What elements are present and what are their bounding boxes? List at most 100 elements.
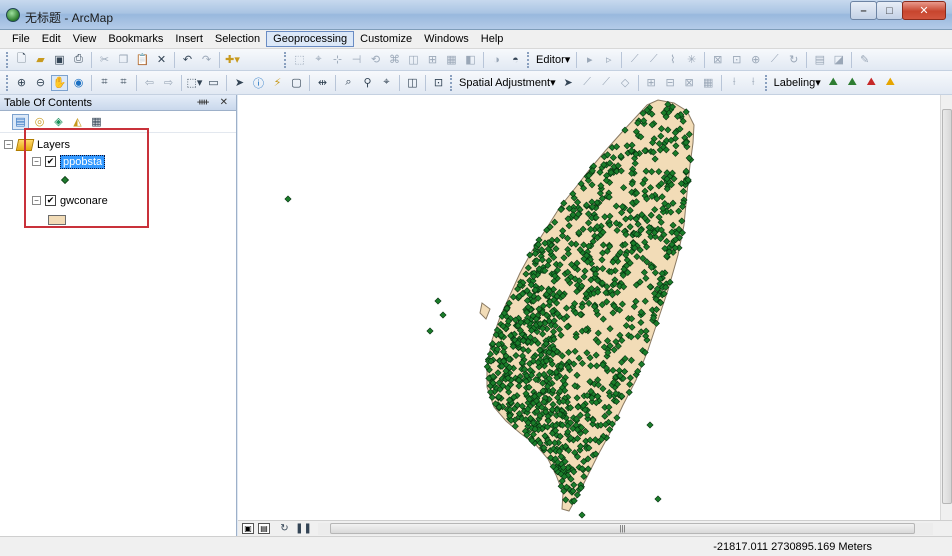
- select-elements-tool-icon[interactable]: ➤: [560, 75, 577, 91]
- print-icon[interactable]: ⎙: [70, 52, 87, 68]
- find-route-icon[interactable]: ⚲: [359, 75, 376, 91]
- edge-match-icon[interactable]: ⟊: [726, 75, 743, 91]
- menu-customize[interactable]: Customize: [354, 32, 418, 46]
- menu-insert[interactable]: Insert: [169, 32, 209, 46]
- edit-annotation-icon[interactable]: ▹: [600, 52, 617, 68]
- horizontal-scrollbar[interactable]: |||: [318, 523, 933, 535]
- sketch-props-icon[interactable]: ◫: [405, 52, 422, 68]
- time-slider-icon[interactable]: ◫: [404, 75, 421, 91]
- search-window-icon[interactable]: ◓: [507, 52, 524, 68]
- list-by-source-icon[interactable]: ◎: [31, 114, 48, 130]
- layout-view-icon[interactable]: ▤: [258, 523, 270, 534]
- menu-edit[interactable]: Edit: [36, 32, 67, 46]
- straight-segment-icon[interactable]: ⟋: [626, 52, 643, 68]
- full-extent-icon[interactable]: ◉: [70, 75, 87, 91]
- maximize-button[interactable]: □: [876, 1, 903, 20]
- point-icon[interactable]: ✳: [683, 52, 700, 68]
- attributes-window-icon[interactable]: ▤: [811, 52, 828, 68]
- list-by-selection-icon[interactable]: ◭: [69, 114, 86, 130]
- topology-icon[interactable]: ⊞: [424, 52, 441, 68]
- zoom-out-icon[interactable]: ⊖: [32, 75, 49, 91]
- toolbar-grip[interactable]: [764, 74, 768, 91]
- html-popup-icon[interactable]: ▢: [288, 75, 305, 91]
- menu-file[interactable]: File: [6, 32, 36, 46]
- pause-drawing-icon[interactable]: ❚❚: [295, 521, 312, 537]
- reshape-feature-icon[interactable]: ⊡: [728, 52, 745, 68]
- map-display[interactable]: [238, 95, 940, 520]
- layer-name-gwconare[interactable]: gwconare: [60, 195, 108, 207]
- undo-icon[interactable]: ↶: [179, 52, 196, 68]
- list-by-drawing-order-icon[interactable]: ▤: [12, 113, 29, 130]
- horizontal-scroll-thumb[interactable]: |||: [330, 523, 915, 534]
- split-icon[interactable]: ⊣: [348, 52, 365, 68]
- label-manager-icon[interactable]: ⛰: [825, 75, 842, 91]
- collapse-layer-icon[interactable]: −: [32, 196, 41, 205]
- table-icon[interactable]: ▦: [443, 52, 460, 68]
- new-document-icon[interactable]: 🗋: [13, 52, 30, 68]
- minimize-button[interactable]: –: [850, 1, 877, 20]
- sketch-properties-icon[interactable]: ◪: [830, 52, 847, 68]
- edit-vertices2-icon[interactable]: ⊠: [709, 52, 726, 68]
- view-link-table-icon[interactable]: ▦: [700, 75, 717, 91]
- fixed-zoom-in-icon[interactable]: ⌗: [96, 75, 113, 91]
- data-frame-row[interactable]: − Layers: [4, 136, 236, 153]
- modify-link-icon[interactable]: ⟋: [598, 75, 615, 91]
- data-view-icon[interactable]: ▣: [242, 523, 254, 534]
- collapse-layers-icon[interactable]: −: [4, 140, 13, 149]
- layer-visibility-checkbox[interactable]: ✔: [45, 156, 56, 167]
- menu-selection[interactable]: Selection: [209, 32, 266, 46]
- select-elements-icon[interactable]: ➤: [231, 75, 248, 91]
- menu-geoprocessing[interactable]: Geoprocessing: [266, 31, 355, 47]
- new-displacement-link-icon[interactable]: ⟋: [579, 75, 596, 91]
- new-limited-adjustment-icon[interactable]: ⊟: [662, 75, 679, 91]
- save-icon[interactable]: ▣: [51, 52, 68, 68]
- spatial-adjustment-menu[interactable]: Spatial Adjustment▾: [459, 76, 556, 89]
- back-extent-icon[interactable]: ⇦: [141, 75, 158, 91]
- redo-icon[interactable]: ↷: [198, 52, 215, 68]
- layer-row-gwconare[interactable]: − ✔ gwconare: [4, 192, 236, 209]
- forward-extent-icon[interactable]: ⇨: [160, 75, 177, 91]
- endpoint-arc-icon[interactable]: ⟋: [645, 52, 662, 68]
- catalog-icon[interactable]: ◧: [462, 52, 479, 68]
- copy-icon[interactable]: ❐: [115, 52, 132, 68]
- rotate-icon[interactable]: ⟲: [367, 52, 384, 68]
- toolbar-grip[interactable]: [284, 51, 287, 68]
- multi-displacement-icon[interactable]: ◇: [617, 75, 634, 91]
- attribute-transfer-icon[interactable]: ⟊: [745, 75, 762, 91]
- identify-icon[interactable]: ⓘ: [250, 75, 267, 91]
- list-by-visibility-icon[interactable]: ◈: [50, 114, 67, 130]
- refresh-icon[interactable]: ↻: [276, 521, 293, 537]
- vertical-scrollbar[interactable]: [940, 95, 952, 520]
- pause-labeling-icon[interactable]: ⛰: [863, 75, 880, 91]
- vertical-scroll-thumb[interactable]: [942, 109, 952, 504]
- new-identity-link-icon[interactable]: ⊞: [643, 75, 660, 91]
- select-features-icon[interactable]: ⬚▾: [186, 75, 203, 91]
- toolbar-grip[interactable]: [450, 74, 453, 91]
- pan-icon[interactable]: ✋: [51, 74, 68, 91]
- layer-row-ppobsta[interactable]: − ✔ ppobsta: [4, 153, 236, 170]
- layer-visibility-checkbox[interactable]: ✔: [45, 195, 56, 206]
- hyperlink-icon[interactable]: ⚡: [269, 75, 286, 91]
- viewer-window-icon[interactable]: ⊡: [430, 75, 447, 91]
- toolbar-grip[interactable]: [6, 74, 9, 91]
- fixed-zoom-out-icon[interactable]: ⌗: [115, 75, 132, 91]
- layer-name-ppobsta[interactable]: ppobsta: [60, 154, 106, 169]
- attributes-icon[interactable]: ⌘: [386, 52, 403, 68]
- toolbar-grip[interactable]: [527, 51, 530, 68]
- toc-options-icon[interactable]: ▦: [88, 114, 105, 130]
- close-button[interactable]: ✕: [902, 1, 946, 20]
- find-icon[interactable]: ⌕: [340, 75, 357, 91]
- clear-limited-icon[interactable]: ⊠: [681, 75, 698, 91]
- zoom-in-icon[interactable]: ⊕: [13, 75, 30, 91]
- clear-selection-icon[interactable]: ▭: [205, 75, 222, 91]
- cut-icon[interactable]: ✂: [96, 52, 113, 68]
- trace-icon[interactable]: ⌇: [664, 52, 681, 68]
- measure-icon[interactable]: ⇹: [314, 75, 331, 91]
- menu-windows[interactable]: Windows: [418, 32, 475, 46]
- collapse-layer-icon[interactable]: −: [32, 157, 41, 166]
- lock-labels-icon[interactable]: ⛰: [844, 75, 861, 91]
- reshape-icon[interactable]: ⌖: [310, 52, 327, 68]
- rotate-tool-icon[interactable]: ↻: [785, 52, 802, 68]
- menu-help[interactable]: Help: [475, 32, 510, 46]
- go-to-xy-icon[interactable]: ⌖: [378, 75, 395, 91]
